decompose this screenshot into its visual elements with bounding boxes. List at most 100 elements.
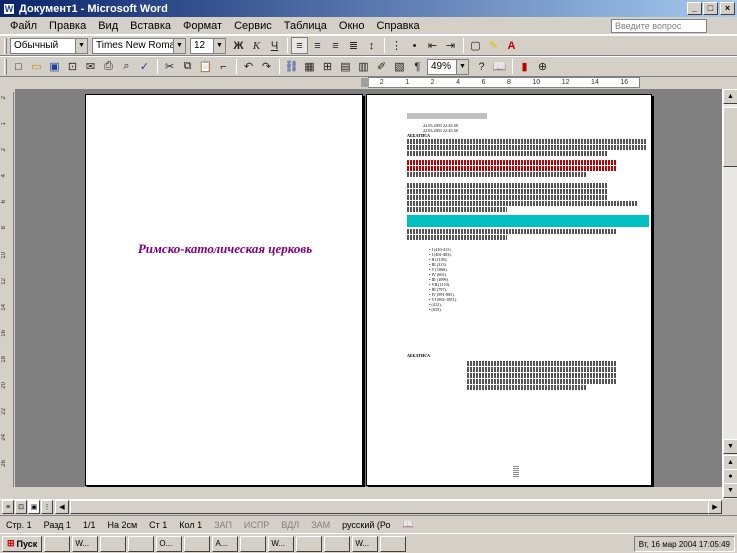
spelling-icon[interactable]: ✓ xyxy=(136,58,153,75)
drawing-icon[interactable]: ✐ xyxy=(373,58,390,75)
help-question-input[interactable]: Введите вопрос xyxy=(611,19,707,33)
taskbar-item[interactable] xyxy=(44,535,71,552)
start-button[interactable]: ⊞ Пуск xyxy=(2,535,43,552)
outline-view-icon[interactable]: ⋮ xyxy=(41,500,53,514)
status-ext[interactable]: ВДЛ xyxy=(275,520,305,530)
horizontal-ruler[interactable]: 2 1 2 4 6 8 10 12 14 16 xyxy=(361,77,640,88)
taskbar-item[interactable] xyxy=(324,535,351,552)
browse-object-icon[interactable]: ● xyxy=(723,469,737,484)
taskbar-item[interactable]: W... xyxy=(268,535,295,552)
menu-insert[interactable]: Вставка xyxy=(124,20,177,32)
taskbar-item[interactable] xyxy=(100,535,127,552)
new-document-icon[interactable]: □ xyxy=(10,58,27,75)
close-button[interactable]: × xyxy=(720,2,735,15)
format-painter-icon[interactable]: ⌐ xyxy=(215,58,232,75)
taskbar-item[interactable] xyxy=(240,535,267,552)
insert-table-icon[interactable]: ⊞ xyxy=(319,58,336,75)
underline-button[interactable]: Ч xyxy=(266,37,283,54)
align-right-button[interactable]: ≡ xyxy=(327,37,344,54)
decrease-indent-button[interactable]: ⇤ xyxy=(424,37,441,54)
align-center-button[interactable]: ≡ xyxy=(309,37,326,54)
highlight-button[interactable]: ✎ xyxy=(485,37,502,54)
justify-button[interactable]: ≣ xyxy=(345,37,362,54)
menu-view[interactable]: Вид xyxy=(92,20,124,32)
font-size-combo[interactable]: 12 ▼ xyxy=(190,37,226,54)
document-page-2[interactable]: 22.03.2003 22:45:58 22.03.2003 22:45:58 … xyxy=(366,94,652,486)
taskbar-item[interactable] xyxy=(296,535,323,552)
menu-tools[interactable]: Сервис xyxy=(228,20,278,32)
clock[interactable]: Вт, 16 мар 2004 17:05:49 xyxy=(639,540,730,549)
menu-format[interactable]: Формат xyxy=(177,20,228,32)
document-page-1[interactable]: Римско-католическая церковь xyxy=(85,94,363,486)
read-icon[interactable]: 📖 xyxy=(491,58,508,75)
open-folder-icon[interactable]: ▭ xyxy=(28,58,45,75)
menu-table[interactable]: Таблица xyxy=(278,20,333,32)
menu-file[interactable]: Файл xyxy=(4,20,43,32)
print-preview-icon[interactable]: ⌕ xyxy=(118,58,135,75)
menu-help[interactable]: Справка xyxy=(370,20,425,32)
taskbar-item[interactable] xyxy=(184,535,211,552)
horizontal-ruler-area: 2 1 2 4 6 8 10 12 14 16 xyxy=(0,77,737,89)
taskbar-item[interactable]: A... xyxy=(212,535,239,552)
zoom-combo[interactable]: 49% ▼ xyxy=(427,58,469,75)
undo-icon[interactable]: ↶ xyxy=(240,58,257,75)
horizontal-scrollbar[interactable]: ≡ ⊡ ▣ ⋮ ◀ ▶ xyxy=(0,499,722,515)
status-ovr[interactable]: ЗАМ xyxy=(305,520,336,530)
scroll-left-icon[interactable]: ◀ xyxy=(55,500,69,514)
print-layout-icon[interactable]: ▣ xyxy=(28,500,40,514)
scroll-up-icon[interactable]: ▲ xyxy=(723,89,737,104)
cut-icon[interactable]: ✂ xyxy=(161,58,178,75)
bold-button[interactable]: Ж xyxy=(230,37,247,54)
taskbar-item[interactable]: W... xyxy=(72,535,99,552)
scroll-down-icon[interactable]: ▼ xyxy=(723,439,737,454)
maximize-button[interactable]: □ xyxy=(703,2,718,15)
italic-button[interactable]: К xyxy=(248,37,265,54)
status-trk[interactable]: ИСПР xyxy=(238,520,275,530)
tables-borders-icon[interactable]: ▦ xyxy=(301,58,318,75)
save-icon[interactable]: ▣ xyxy=(46,58,63,75)
document-workspace[interactable]: Римско-католическая церковь 22.03.2003 2… xyxy=(15,89,722,487)
font-combo[interactable]: Times New Roman ▼ xyxy=(92,37,186,54)
style-combo[interactable]: Обычный ▼ xyxy=(10,37,88,54)
spelling-status-icon[interactable]: 📖 xyxy=(397,519,420,530)
chevron-down-icon: ▼ xyxy=(173,38,185,53)
toolbar-icon[interactable]: ▮ xyxy=(516,58,533,75)
align-left-button[interactable]: ≡ xyxy=(291,37,308,54)
increase-indent-button[interactable]: ⇥ xyxy=(442,37,459,54)
font-color-button[interactable]: A xyxy=(503,37,520,54)
taskbar-item[interactable] xyxy=(128,535,155,552)
menu-window[interactable]: Окно xyxy=(333,20,371,32)
hyperlink-icon[interactable]: ⛓ xyxy=(283,58,300,75)
numbering-button[interactable]: ⋮ xyxy=(388,37,405,54)
email-icon[interactable]: ✉ xyxy=(82,58,99,75)
print-icon[interactable]: ⎙ xyxy=(100,58,117,75)
menu-edit[interactable]: Правка xyxy=(43,20,92,32)
minimize-button[interactable]: _ xyxy=(687,2,702,15)
excel-icon[interactable]: ▤ xyxy=(337,58,354,75)
taskbar-item[interactable]: O... xyxy=(156,535,183,552)
vertical-scrollbar[interactable]: ▲ ▼ ▲ ● ▼ xyxy=(722,89,737,499)
taskbar-item[interactable] xyxy=(380,535,407,552)
h-scroll-thumb[interactable] xyxy=(70,500,710,514)
bullets-button[interactable]: • xyxy=(406,37,423,54)
copy-icon[interactable]: ⧉ xyxy=(179,58,196,75)
taskbar-item[interactable]: W... xyxy=(352,535,379,552)
next-page-icon[interactable]: ▼ xyxy=(723,483,737,498)
line-spacing-button[interactable]: ↕ xyxy=(363,37,380,54)
help-icon[interactable]: ? xyxy=(473,58,490,75)
web-view-icon[interactable]: ⊡ xyxy=(15,500,27,514)
vertical-ruler[interactable]: 2 1 2 4 6 8 10 12 14 16 18 20 22 24 26 xyxy=(0,92,14,487)
show-hide-icon[interactable]: ¶ xyxy=(409,58,426,75)
scroll-right-icon[interactable]: ▶ xyxy=(708,500,722,514)
redo-icon[interactable]: ↷ xyxy=(258,58,275,75)
borders-button[interactable]: ▢ xyxy=(467,37,484,54)
document-map-icon[interactable]: ▧ xyxy=(391,58,408,75)
permission-icon[interactable]: ⊡ xyxy=(64,58,81,75)
status-rec[interactable]: ЗАП xyxy=(208,520,238,530)
paste-icon[interactable]: 📋 xyxy=(197,58,214,75)
research-icon[interactable]: ⊕ xyxy=(534,58,551,75)
normal-view-icon[interactable]: ≡ xyxy=(2,500,14,514)
scroll-thumb[interactable] xyxy=(723,107,737,167)
previous-page-icon[interactable]: ▲ xyxy=(723,455,737,470)
columns-icon[interactable]: ▥ xyxy=(355,58,372,75)
